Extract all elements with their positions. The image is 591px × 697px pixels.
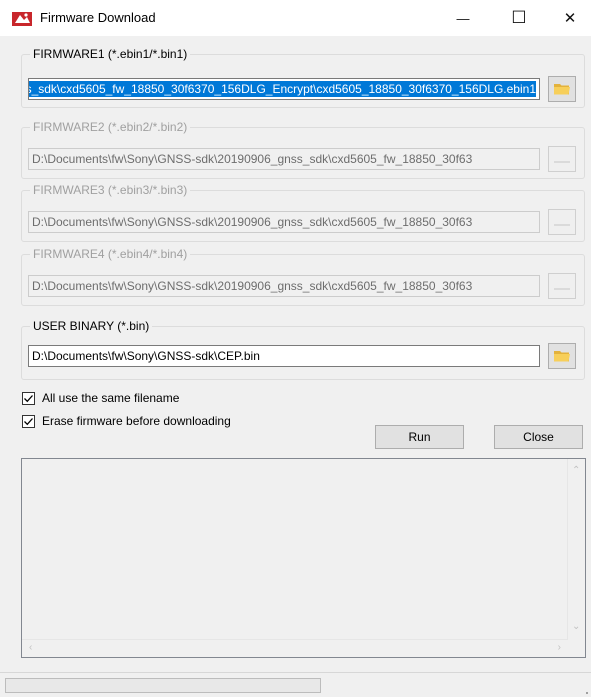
same-filename-option[interactable]: All use the same filename [22, 391, 179, 405]
scroll-right-icon[interactable]: › [558, 642, 561, 653]
firmware2-path-input[interactable]: D:\Documents\fw\Sony\GNSS-sdk\20190906_g… [28, 148, 540, 170]
firmware4-browse-button[interactable] [548, 273, 576, 299]
checkmark-icon [24, 417, 33, 425]
app-icon [12, 12, 32, 26]
close-window-button[interactable]: ✕ [547, 0, 591, 36]
folder-icon [554, 351, 570, 362]
firmware1-path-value: D:\Documents\fw\Sony\GNSS-sdk\20190906_g… [29, 81, 536, 97]
firmware1-group: FIRMWARE1 (*.ebin1/*.bin1) D:\Documents\… [21, 47, 585, 108]
browse-placeholder-icon [554, 288, 570, 290]
firmware3-group: FIRMWARE3 (*.ebin3/*.bin3) D:\Documents\… [21, 183, 585, 242]
close-icon: ✕ [563, 10, 577, 27]
firmware1-browse-button[interactable] [548, 76, 576, 102]
firmware1-label: FIRMWARE1 (*.ebin1/*.bin1) [30, 47, 191, 62]
log-output[interactable]: ⌃ ⌄ ‹ › [21, 458, 586, 658]
user-binary-group: USER BINARY (*.bin) D:\Documents\fw\Sony… [21, 319, 585, 380]
minimize-icon: — [456, 10, 470, 26]
firmware1-path-input[interactable]: D:\Documents\fw\Sony\GNSS-sdk\20190906_g… [28, 78, 540, 100]
firmware4-label: FIRMWARE4 (*.ebin4/*.bin4) [30, 247, 191, 262]
same-filename-label: All use the same filename [42, 391, 180, 405]
erase-firmware-checkbox[interactable] [22, 414, 35, 428]
maximize-button[interactable]: ☐ [496, 0, 542, 36]
scroll-up-icon[interactable]: ⌃ [572, 465, 580, 476]
user-binary-browse-button[interactable] [548, 343, 576, 369]
title-bar: Firmware Download — ☐ ✕ [0, 0, 591, 36]
erase-firmware-option[interactable]: Erase firmware before downloading [22, 414, 231, 428]
firmware2-group: FIRMWARE2 (*.ebin2/*.bin2) D:\Documents\… [21, 120, 585, 179]
firmware3-browse-button[interactable] [548, 209, 576, 235]
status-panel [5, 678, 321, 693]
resize-grip-icon[interactable] [578, 684, 588, 694]
scroll-left-icon[interactable]: ‹ [29, 642, 32, 653]
firmware2-label: FIRMWARE2 (*.ebin2/*.bin2) [30, 120, 191, 135]
status-bar [0, 672, 591, 697]
window-title: Firmware Download [40, 10, 156, 25]
browse-placeholder-icon [554, 224, 570, 226]
browse-placeholder-icon [554, 161, 570, 163]
firmware4-group: FIRMWARE4 (*.ebin4/*.bin4) D:\Documents\… [21, 247, 585, 306]
minimize-button[interactable]: — [440, 0, 486, 36]
vertical-scrollbar[interactable]: ⌃ ⌄ [567, 459, 585, 640]
firmware3-label: FIRMWARE3 (*.ebin3/*.bin3) [30, 183, 191, 198]
checkmark-icon [24, 394, 33, 402]
folder-icon [554, 84, 570, 95]
same-filename-checkbox[interactable] [22, 391, 35, 405]
user-binary-path-input[interactable]: D:\Documents\fw\Sony\GNSS-sdk\CEP.bin [28, 345, 540, 367]
user-binary-label: USER BINARY (*.bin) [30, 319, 153, 334]
maximize-icon: ☐ [511, 8, 527, 27]
firmware3-path-input[interactable]: D:\Documents\fw\Sony\GNSS-sdk\20190906_g… [28, 211, 540, 233]
run-button[interactable]: Run [375, 425, 464, 449]
horizontal-scrollbar[interactable]: ‹ › [22, 639, 568, 657]
close-button[interactable]: Close [494, 425, 583, 449]
firmware2-browse-button[interactable] [548, 146, 576, 172]
erase-firmware-label: Erase firmware before downloading [42, 414, 231, 428]
scroll-down-icon[interactable]: ⌄ [572, 621, 580, 632]
firmware4-path-input[interactable]: D:\Documents\fw\Sony\GNSS-sdk\20190906_g… [28, 275, 540, 297]
